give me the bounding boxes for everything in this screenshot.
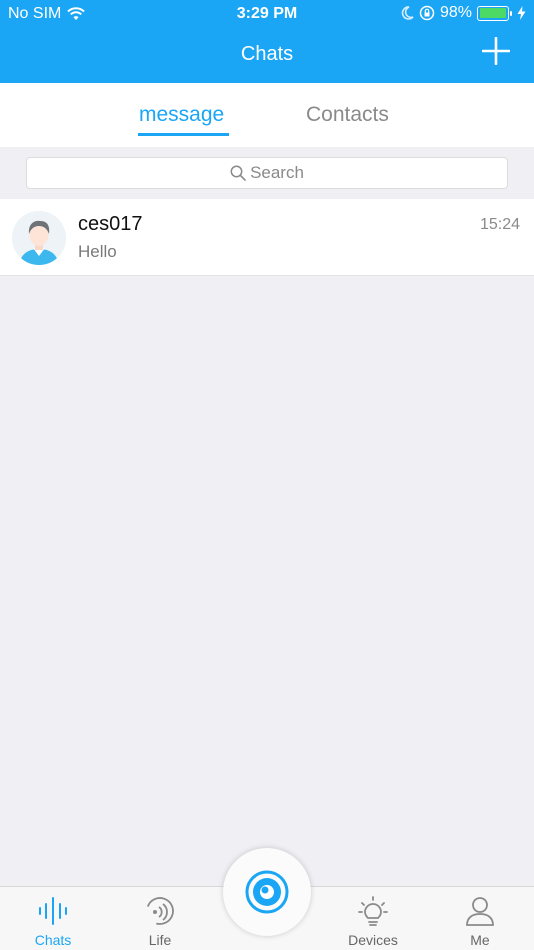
rotation-lock-icon [419, 5, 435, 21]
search-placeholder: Search [250, 163, 304, 182]
tab-message[interactable]: message [139, 103, 224, 127]
user-avatar [12, 211, 66, 265]
tab-contacts[interactable]: Contacts [306, 103, 389, 127]
person-icon [466, 897, 494, 926]
avatar-person-icon [12, 211, 66, 265]
tab-chats-label: Chats [34, 932, 72, 948]
broadcast-icon [146, 897, 174, 925]
top-bar: No SIM 3:29 PM 98% Chats [0, 0, 534, 83]
search-icon [230, 165, 246, 181]
segmented-tabs: message Contacts [0, 83, 534, 147]
tab-chats[interactable]: Chats [13, 887, 93, 950]
moon-icon [401, 6, 414, 20]
battery-percent: 98% [439, 4, 472, 21]
camera-center-button[interactable] [223, 848, 311, 936]
search-area: Search [0, 147, 534, 199]
charging-bolt-icon [517, 6, 526, 20]
eye-camera-icon [245, 870, 289, 914]
tab-life-label: Life [148, 932, 172, 948]
chat-time: 15:24 [479, 216, 520, 233]
lightbulb-icon [358, 896, 388, 926]
chat-name: ces017 [78, 213, 143, 235]
tab-me-label: Me [470, 932, 490, 948]
battery-fill [479, 8, 506, 18]
battery-icon [477, 5, 512, 21]
chat-preview: Hello [78, 242, 117, 261]
chat-list-item[interactable]: ces017 Hello 15:24 [0, 199, 534, 276]
chats-screen: No SIM 3:29 PM 98% Chats message Contact… [0, 0, 534, 950]
tab-devices-label: Devices [348, 932, 398, 948]
status-right-group: 98% [401, 4, 526, 22]
plus-icon[interactable] [482, 37, 510, 65]
page-title: Chats [240, 43, 294, 65]
status-bar: No SIM 3:29 PM 98% [0, 0, 534, 28]
tab-devices[interactable]: Devices [333, 887, 413, 950]
tab-life[interactable]: Life [120, 887, 200, 950]
search-input[interactable]: Search [26, 157, 508, 189]
sound-wave-icon [39, 897, 67, 925]
active-tab-indicator [138, 133, 229, 136]
tab-me[interactable]: Me [440, 887, 520, 950]
